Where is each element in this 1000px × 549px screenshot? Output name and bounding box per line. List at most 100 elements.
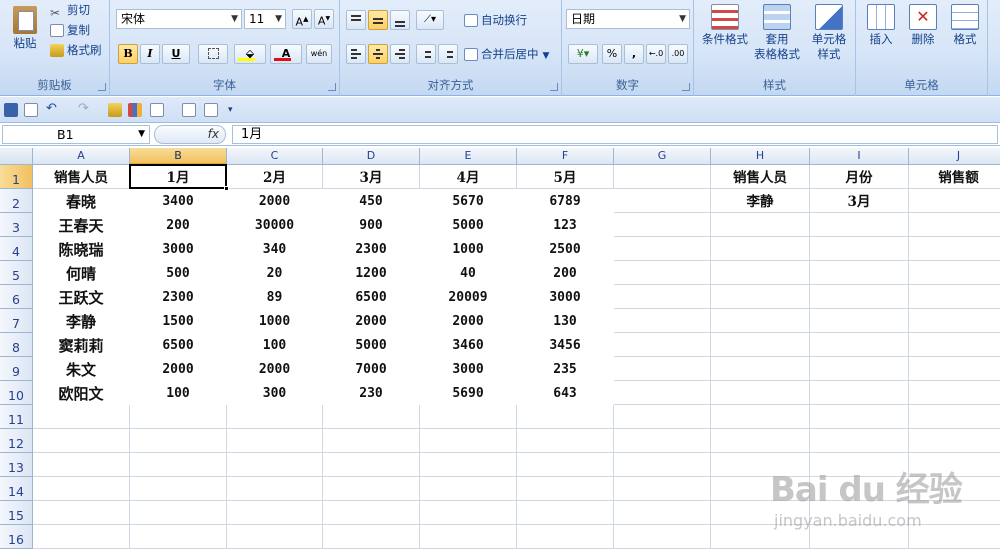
cell-e14[interactable] xyxy=(420,477,517,501)
cut-button[interactable]: ✂ 剪切 xyxy=(50,1,90,20)
row-header-6[interactable]: 6 xyxy=(0,285,33,309)
format-painter-icon[interactable] xyxy=(108,103,122,117)
cell-d8[interactable]: 5000 xyxy=(323,333,420,357)
column-header-a[interactable]: A xyxy=(33,148,130,165)
row-header-5[interactable]: 5 xyxy=(0,261,33,285)
undo-icon[interactable]: ↶ xyxy=(46,102,60,117)
cell-e10[interactable]: 5690 xyxy=(420,381,517,405)
cell-h13[interactable] xyxy=(711,453,810,477)
column-header-i[interactable]: I xyxy=(810,148,909,165)
cell-a8[interactable]: 窦莉莉 xyxy=(33,333,130,357)
cell-b16[interactable] xyxy=(130,525,227,549)
cell-e9[interactable]: 3000 xyxy=(420,357,517,381)
cell-d9[interactable]: 7000 xyxy=(323,357,420,381)
cell-d13[interactable] xyxy=(323,453,420,477)
cell-c3[interactable]: 30000 xyxy=(227,213,323,237)
cell-a3[interactable]: 王春天 xyxy=(33,213,130,237)
select-all-corner[interactable] xyxy=(0,148,33,165)
row-header-4[interactable]: 4 xyxy=(0,237,33,261)
align-bottom-button[interactable] xyxy=(390,10,410,30)
cell-j6[interactable] xyxy=(909,285,1000,309)
cell-d15[interactable] xyxy=(323,501,420,525)
cell-f8[interactable]: 3456 xyxy=(517,333,614,357)
cell-c11[interactable] xyxy=(227,405,323,429)
cell-e2[interactable]: 5670 xyxy=(420,189,517,213)
cell-e1[interactable]: 4月 xyxy=(420,165,517,189)
font-color-button[interactable]: A xyxy=(270,44,302,64)
cell-j13[interactable] xyxy=(909,453,1000,477)
fill-color-button[interactable]: ⬙ xyxy=(234,44,266,64)
row-header-15[interactable]: 15 xyxy=(0,501,33,525)
cell-c9[interactable]: 2000 xyxy=(227,357,323,381)
cell-g6[interactable] xyxy=(614,285,711,309)
increase-decimal-icon[interactable]: ←.0 xyxy=(646,44,666,64)
cell-d4[interactable]: 2300 xyxy=(323,237,420,261)
underline-button[interactable]: U xyxy=(162,44,190,64)
cell-i16[interactable] xyxy=(810,525,909,549)
cell-f9[interactable]: 235 xyxy=(517,357,614,381)
cell-b4[interactable]: 3000 xyxy=(130,237,227,261)
cell-j5[interactable] xyxy=(909,261,1000,285)
cell-b5[interactable]: 500 xyxy=(130,261,227,285)
cell-b9[interactable]: 2000 xyxy=(130,357,227,381)
cell-f4[interactable]: 2500 xyxy=(517,237,614,261)
clipboard-launcher-icon[interactable] xyxy=(98,83,106,91)
cell-a7[interactable]: 李静 xyxy=(33,309,130,333)
cell-i11[interactable] xyxy=(810,405,909,429)
column-header-b[interactable]: B xyxy=(130,148,227,165)
cell-i10[interactable] xyxy=(810,381,909,405)
cell-a6[interactable]: 王跃文 xyxy=(33,285,130,309)
row-header-7[interactable]: 7 xyxy=(0,309,33,333)
cell-j16[interactable] xyxy=(909,525,1000,549)
cell-f7[interactable]: 130 xyxy=(517,309,614,333)
cell-e8[interactable]: 3460 xyxy=(420,333,517,357)
cell-h4[interactable] xyxy=(711,237,810,261)
cell-d14[interactable] xyxy=(323,477,420,501)
cell-d11[interactable] xyxy=(323,405,420,429)
cell-b13[interactable] xyxy=(130,453,227,477)
cell-h15[interactable] xyxy=(711,501,810,525)
cell-g9[interactable] xyxy=(614,357,711,381)
cell-j1[interactable]: 销售额 xyxy=(909,165,1000,189)
paste-button[interactable]: 粘贴 xyxy=(6,6,44,51)
row-header-13[interactable]: 13 xyxy=(0,453,33,477)
cell-h1[interactable]: 销售人员 xyxy=(711,165,810,189)
cell-a11[interactable] xyxy=(33,405,130,429)
orientation-button[interactable]: ⟋▾ xyxy=(416,10,444,30)
line-chart-icon[interactable] xyxy=(150,103,164,117)
cell-d10[interactable]: 230 xyxy=(323,381,420,405)
cell-f15[interactable] xyxy=(517,501,614,525)
formula-input[interactable]: 1月 xyxy=(232,125,998,144)
cell-b7[interactable]: 1500 xyxy=(130,309,227,333)
cell-h2[interactable]: 李静 xyxy=(711,189,810,213)
chart-icon[interactable] xyxy=(128,103,142,117)
cell-styles-button[interactable]: 单元格 样式 xyxy=(804,4,854,62)
cell-e13[interactable] xyxy=(420,453,517,477)
cell-g1[interactable] xyxy=(614,165,711,189)
cell-c1[interactable]: 2月 xyxy=(227,165,323,189)
cell-i3[interactable] xyxy=(810,213,909,237)
cell-d7[interactable]: 2000 xyxy=(323,309,420,333)
cell-a10[interactable]: 欧阳文 xyxy=(33,381,130,405)
shrink-font-button[interactable]: A▼ xyxy=(314,9,334,29)
cell-c2[interactable]: 2000 xyxy=(227,189,323,213)
cell-g4[interactable] xyxy=(614,237,711,261)
cell-j3[interactable] xyxy=(909,213,1000,237)
row-header-3[interactable]: 3 xyxy=(0,213,33,237)
cell-c16[interactable] xyxy=(227,525,323,549)
cell-b6[interactable]: 2300 xyxy=(130,285,227,309)
cell-i5[interactable] xyxy=(810,261,909,285)
bold-button[interactable]: B xyxy=(118,44,138,64)
cell-d16[interactable] xyxy=(323,525,420,549)
format-painter-button[interactable]: 格式刷 xyxy=(50,41,102,59)
cell-c13[interactable] xyxy=(227,453,323,477)
conditional-format-button[interactable]: 条件格式 xyxy=(700,4,750,47)
cell-i4[interactable] xyxy=(810,237,909,261)
cell-e12[interactable] xyxy=(420,429,517,453)
cell-g7[interactable] xyxy=(614,309,711,333)
row-header-16[interactable]: 16 xyxy=(0,525,33,549)
row-header-9[interactable]: 9 xyxy=(0,357,33,381)
cell-f16[interactable] xyxy=(517,525,614,549)
cell-e4[interactable]: 1000 xyxy=(420,237,517,261)
cell-j7[interactable] xyxy=(909,309,1000,333)
